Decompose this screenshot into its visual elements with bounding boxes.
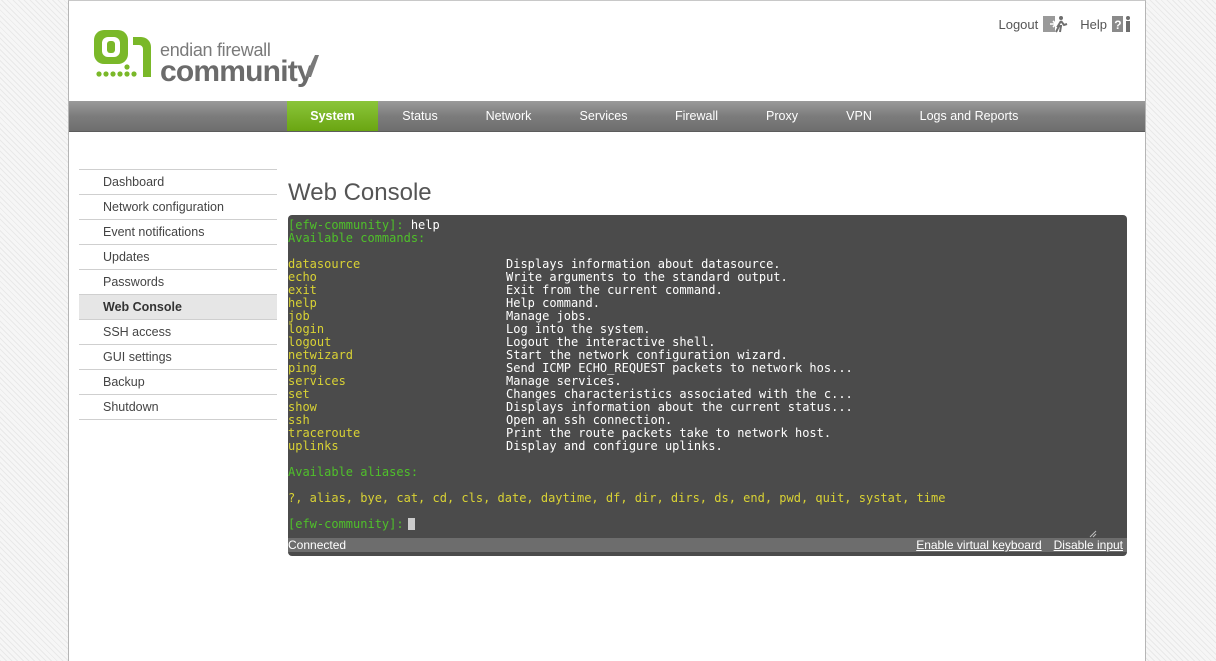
sidebar-item-web-console[interactable]: Web Console <box>79 294 277 319</box>
command-row: exit Exit from the current command. <box>288 284 1127 297</box>
disable-input-link[interactable]: Disable input <box>1054 538 1123 552</box>
console-output: [efw-community]: help Available commands… <box>288 219 1127 531</box>
help-link[interactable]: Help ? <box>1080 15 1133 33</box>
command-row: help Help command. <box>288 297 1127 310</box>
main-navbar: System Status Network Services Firewall … <box>69 101 1145 132</box>
command-name: ssh <box>288 413 310 427</box>
console-actions: Enable virtual keyboard Disable input <box>916 538 1123 552</box>
sidebar-item-passwords[interactable]: Passwords <box>79 269 277 294</box>
command-name: login <box>288 322 325 336</box>
sidebar-item-dashboard[interactable]: Dashboard <box>79 169 277 194</box>
endian-logo-mark-icon <box>94 30 151 77</box>
command-name: datasource <box>288 257 361 271</box>
nav-tab-vpn[interactable]: VPN <box>823 101 895 131</box>
available-aliases-label: Available aliases: <box>288 465 419 479</box>
nav-tab-network[interactable]: Network <box>462 101 555 131</box>
page-container: endian firewall community Logout Help ? … <box>68 0 1146 661</box>
command-description: Display and configure uplinks. <box>506 439 723 453</box>
connection-status: Connected <box>288 538 347 552</box>
available-commands-label: Available commands: <box>288 231 426 245</box>
logo-text: endian firewall community <box>160 41 314 88</box>
sidebar: Dashboard Network configuration Event no… <box>79 169 277 420</box>
sidebar-item-event-notifications[interactable]: Event notifications <box>79 219 277 244</box>
sidebar-item-ssh-access[interactable]: SSH access <box>79 319 277 344</box>
nav-tab-status[interactable]: Status <box>378 101 462 131</box>
top-links: Logout Help ? <box>998 15 1133 33</box>
command-name: show <box>288 400 317 414</box>
svg-text:?: ? <box>1114 18 1121 32</box>
command-name: set <box>288 387 310 401</box>
web-console-terminal[interactable]: [efw-community]: help Available commands… <box>288 215 1127 556</box>
sidebar-item-network-configuration[interactable]: Network configuration <box>79 194 277 219</box>
logout-label: Logout <box>998 16 1039 32</box>
help-label: Help <box>1080 16 1107 32</box>
command-name: netwizard <box>288 348 354 362</box>
nav-tab-firewall[interactable]: Firewall <box>652 101 741 131</box>
sidebar-item-updates[interactable]: Updates <box>79 244 277 269</box>
sidebar-item-backup[interactable]: Backup <box>79 369 277 394</box>
command-name: traceroute <box>288 426 361 440</box>
page-title: Web Console <box>288 179 432 207</box>
command-name: echo <box>288 270 317 284</box>
command-row: job Manage jobs. <box>288 310 1127 323</box>
sidebar-item-shutdown[interactable]: Shutdown <box>79 394 277 420</box>
header: endian firewall community Logout Help ? <box>69 1 1145 102</box>
logo-swoosh-icon <box>305 55 319 77</box>
console-input-prompt: [efw-community]: <box>288 517 404 531</box>
logo-text-bottom: community <box>160 55 314 88</box>
aliases-list: ?, alias, bye, cat, cd, cls, date, dayti… <box>288 491 946 505</box>
command-name: help <box>288 296 317 310</box>
command-row: uplinks Display and configure uplinks. <box>288 440 1127 453</box>
command-list: datasource Displays information about dat… <box>288 258 1127 453</box>
enable-virtual-keyboard-link[interactable]: Enable virtual keyboard <box>916 538 1041 552</box>
nav-tab-services[interactable]: Services <box>555 101 652 131</box>
resize-handle-icon[interactable] <box>1089 530 1097 538</box>
logout-link[interactable]: Logout <box>998 15 1068 33</box>
endian-logo[interactable]: endian firewall community <box>93 29 323 89</box>
nav-tab-system[interactable]: System <box>287 101 378 131</box>
nav-tab-proxy[interactable]: Proxy <box>741 101 823 131</box>
nav-tab-logs-and-reports[interactable]: Logs and Reports <box>895 101 1043 131</box>
console-command: help <box>410 218 440 232</box>
command-name: exit <box>288 283 317 297</box>
command-name: services <box>288 374 346 388</box>
command-name: logout <box>288 335 332 349</box>
command-row: show Displays information about the curre… <box>288 401 1127 414</box>
command-name: uplinks <box>288 439 339 453</box>
logout-icon <box>1043 16 1068 33</box>
console-input-line[interactable]: [efw-community]: <box>288 518 1127 531</box>
sidebar-item-gui-settings[interactable]: GUI settings <box>79 344 277 369</box>
command-name: ping <box>288 361 317 375</box>
nav-items: System Status Network Services Firewall … <box>287 101 1043 131</box>
help-icon: ? <box>1112 16 1130 32</box>
command-name: job <box>288 309 310 323</box>
console-statusbar: Connected Enable virtual keyboard Disabl… <box>288 538 1127 552</box>
text-cursor <box>407 518 415 530</box>
command-row: ping Send ICMP ECHO_REQUEST packets to ne… <box>288 362 1127 375</box>
console-prompt: [efw-community]: <box>288 218 404 232</box>
